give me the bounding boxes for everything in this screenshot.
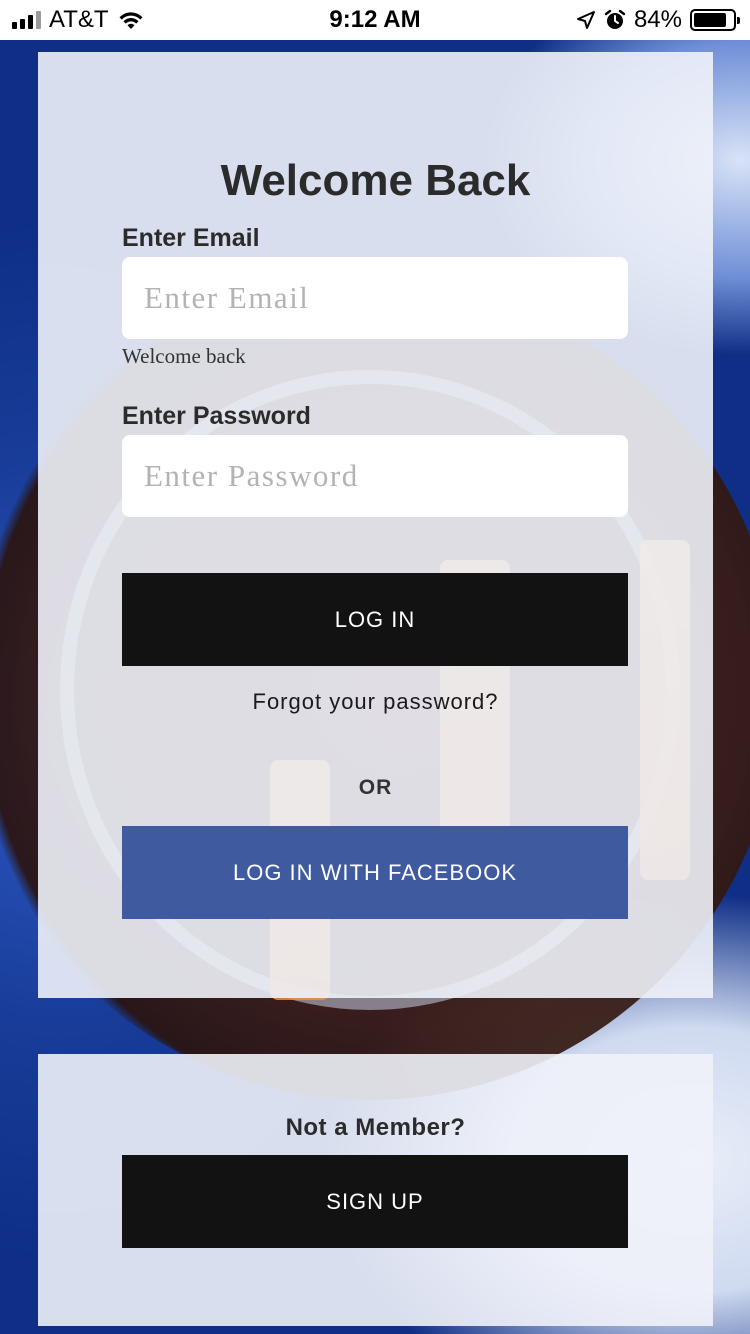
signal-icon bbox=[12, 11, 41, 29]
carrier-label: AT&T bbox=[49, 6, 109, 33]
email-field[interactable] bbox=[122, 257, 628, 339]
sign-up-button[interactable]: SIGN UP bbox=[122, 1155, 628, 1248]
or-divider: OR bbox=[358, 776, 393, 799]
not-member-prompt: Not a Member? bbox=[285, 1114, 466, 1141]
status-bar-right: 84% bbox=[576, 6, 740, 34]
battery-icon bbox=[690, 9, 740, 31]
battery-percent: 84% bbox=[633, 6, 682, 33]
status-bar: AT&T 9:12 AM 84% bbox=[0, 0, 750, 40]
page-title: Welcome Back bbox=[220, 156, 531, 205]
email-label: Enter Email bbox=[122, 224, 260, 252]
forgot-password-link[interactable]: Forgot your password? bbox=[38, 689, 713, 715]
location-arrow-icon bbox=[576, 11, 595, 29]
status-bar-left: AT&T bbox=[12, 6, 145, 34]
login-button[interactable]: LOG IN bbox=[122, 573, 628, 666]
email-helper-text: Welcome back bbox=[122, 344, 246, 368]
password-label: Enter Password bbox=[122, 402, 311, 430]
password-field[interactable] bbox=[122, 435, 628, 517]
battery-level-fill bbox=[694, 13, 726, 27]
login-card: Welcome Back Enter Email Welcome back En… bbox=[38, 52, 713, 998]
signup-card: Not a Member? SIGN UP bbox=[38, 1054, 713, 1326]
wifi-icon bbox=[119, 12, 143, 29]
alarm-clock-icon bbox=[604, 9, 626, 29]
facebook-login-button[interactable]: LOG IN WITH FACEBOOK bbox=[122, 826, 628, 919]
